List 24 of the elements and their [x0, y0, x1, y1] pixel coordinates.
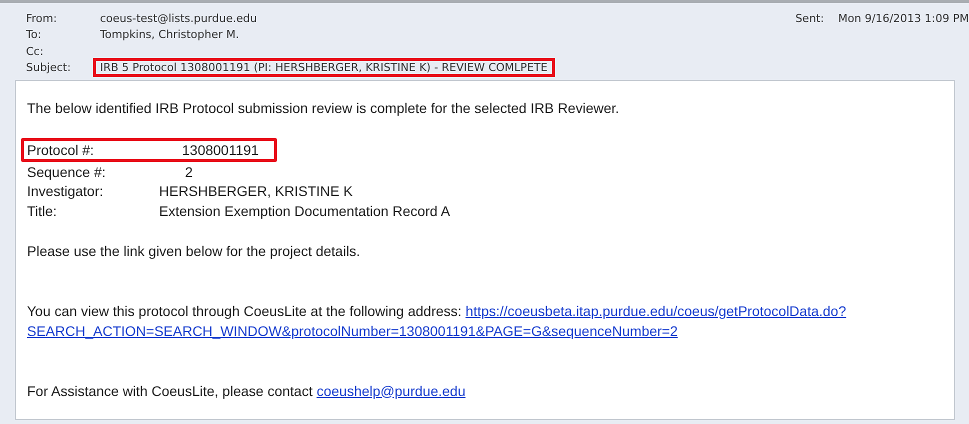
detail-value: 1308001191: [182, 142, 259, 158]
protocol-link[interactable]: https://coeusbeta.itap.purdue.edu/coeus/getProtocolData.do?: [466, 302, 846, 318]
view-text: You can view this protocol through CoeusLite at the following address:: [27, 302, 462, 318]
note-text: Please use the link given below for the project details.: [27, 242, 362, 260]
help-text: For Assistance with CoeusLite, please contact: [27, 382, 313, 398]
detail-label: Investigator:: [27, 183, 104, 200]
protocol-link[interactable]: SEARCH_ACTION=SEARCH_WINDOW&protocolNumber=1308001191&PAGE=G&sequenceNumber=2: [27, 322, 678, 338]
field-label: From:: [26, 12, 58, 25]
field-label: Subject:: [26, 61, 72, 74]
sent-label: Sent:: [795, 12, 824, 25]
detail-label: Sequence #:: [27, 164, 107, 180]
detail-label: Protocol #:: [27, 142, 95, 158]
detail-value: 2: [185, 164, 193, 180]
field-label: To:: [26, 28, 42, 42]
detail-value: HERSHBERGER, KRISTINE K: [159, 183, 353, 200]
detail-value: Extension Exemption Documentation Record A: [159, 202, 450, 219]
field-value: Tompkins, Christopher M.: [99, 27, 240, 44]
detail-label: Title:: [27, 202, 58, 219]
email-link[interactable]: coeushelp@purdue.edu: [316, 382, 466, 398]
field-label: Cc:: [26, 44, 44, 58]
field-value: IRB 5 Protocol 1308001191 (PI: HERSHBERGER, KRISTINE K) - REVIEW COMLPETE: [93, 58, 555, 78]
field-value: coeus-test@lists.purdue.edu: [99, 10, 258, 27]
intro-text: The below identified IRB Protocol submission review is complete for the selected IRB Reviewer.: [27, 99, 620, 118]
sent-date: Mon 9/16/2013 1:09 PM: [838, 12, 969, 25]
